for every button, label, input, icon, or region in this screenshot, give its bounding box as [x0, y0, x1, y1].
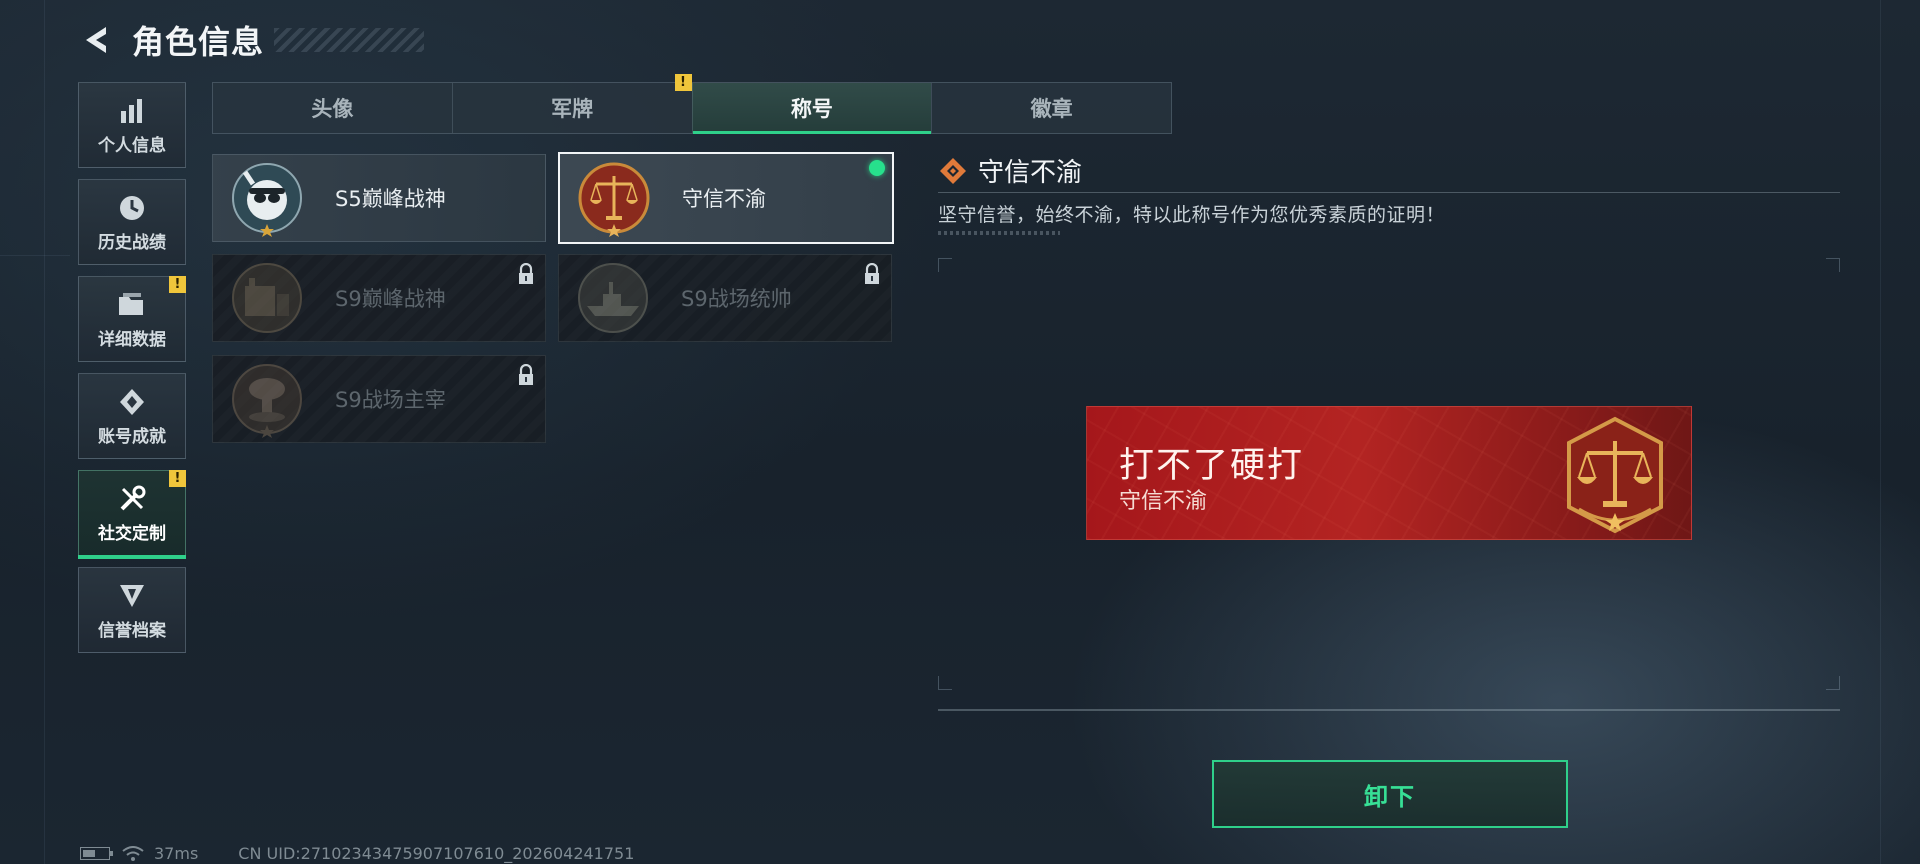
- banner-sub-text: 守信不渝: [1119, 489, 1208, 514]
- deco-line: [0, 255, 70, 256]
- tab-bar: 头像 军牌 ! 称号 徽章: [212, 74, 1172, 134]
- header: 角色信息: [78, 18, 425, 62]
- title-card[interactable]: S5巅峰战神: [212, 154, 546, 242]
- banner-main-text: 打不了硬打: [1119, 446, 1305, 486]
- warning-badge: !: [169, 276, 186, 293]
- unequip-button-label: 卸下: [1364, 782, 1416, 811]
- lock-icon: [519, 263, 533, 284]
- sidebar: 个人信息 历史战绩 ! 详细数据 账号成就 ! 社交定制 信誉档案: [78, 82, 186, 664]
- title-card-label: S5巅峰战神: [335, 187, 446, 211]
- wifi-icon: [122, 845, 144, 861]
- title-card-label: S9战场统帅: [681, 287, 792, 311]
- explosion-icon: [232, 364, 302, 438]
- ping-text: 37ms: [154, 844, 199, 863]
- diver-skull-icon: [232, 163, 302, 237]
- divider: [938, 192, 1840, 193]
- title-card-locked[interactable]: S9巅峰战神: [212, 254, 546, 342]
- sidebar-item-social-custom[interactable]: ! 社交定制: [78, 470, 186, 559]
- title-preview-banner: 打不了硬打 守信不渝: [1086, 406, 1692, 540]
- title-card-label: S9巅峰战神: [335, 287, 446, 311]
- tab-dog-tag[interactable]: 军牌 !: [451, 74, 692, 133]
- warning-badge: !: [169, 470, 186, 487]
- scales-emblem-icon: [1567, 416, 1663, 534]
- sidebar-item-achievements[interactable]: 账号成就: [78, 373, 186, 459]
- sidebar-item-label: 个人信息: [98, 135, 166, 156]
- title-decoration: [274, 28, 425, 52]
- sidebar-item-label: 详细数据: [98, 329, 166, 350]
- detail-description: 坚守信誉，始终不渝，特以此称号作为您优秀素质的证明！: [938, 204, 1446, 226]
- clock-icon: [116, 192, 148, 224]
- battery-icon: [80, 847, 113, 860]
- back-button[interactable]: [78, 22, 114, 58]
- tab-badge[interactable]: 徽章: [931, 83, 1171, 133]
- sidebar-item-history[interactable]: 历史战绩: [78, 179, 186, 265]
- detail-header: 守信不渝: [938, 152, 1082, 189]
- tools-icon: [116, 483, 148, 515]
- title-card-locked[interactable]: S9战场主宰: [212, 355, 546, 443]
- warship-icon: [578, 263, 648, 333]
- sidebar-item-detailed-data[interactable]: ! 详细数据: [78, 276, 186, 362]
- achievement-icon: [116, 386, 148, 418]
- page-title: 角色信息: [132, 23, 265, 61]
- uid-text: CN UID:27102343475907107610_202604241751: [238, 844, 635, 863]
- reputation-icon: [116, 580, 148, 612]
- sidebar-item-label: 社交定制: [98, 523, 166, 544]
- scales-icon: [578, 162, 650, 237]
- divider: [938, 709, 1840, 711]
- deco-line: [1880, 0, 1881, 864]
- title-card-label: S9战场主宰: [335, 388, 446, 412]
- deco-line: [44, 0, 45, 864]
- title-card-locked[interactable]: S9战场统帅: [558, 254, 892, 342]
- back-arrow-icon: [86, 27, 106, 53]
- screen: 角色信息 个人信息 历史战绩 ! 详细数据 账号成就 ! 社交定制 信誉档案 头…: [0, 0, 1920, 864]
- tab-avatar[interactable]: 头像: [213, 83, 452, 133]
- sidebar-item-label: 信誉档案: [98, 620, 166, 641]
- tab-label: 军牌: [551, 97, 594, 121]
- lock-icon: [519, 364, 533, 385]
- tank-icon: [232, 263, 302, 333]
- decoration-dots: [938, 231, 1060, 235]
- lock-icon: [865, 263, 879, 284]
- sidebar-item-reputation[interactable]: 信誉档案: [78, 567, 186, 653]
- bar-chart-icon: [116, 95, 148, 127]
- unequip-button[interactable]: 卸下: [1212, 760, 1568, 828]
- title-card-selected[interactable]: 守信不渝: [558, 152, 894, 244]
- title-card-label: 守信不渝: [682, 187, 766, 211]
- equipped-indicator: [869, 160, 885, 176]
- warning-badge: !: [674, 74, 692, 91]
- folder-icon: [116, 289, 148, 321]
- detail-title-name: 守信不渝: [978, 158, 1083, 188]
- sidebar-item-label: 账号成就: [98, 426, 166, 447]
- tab-title[interactable]: 称号: [691, 83, 932, 134]
- status-bar: 37ms CN UID:27102343475907107610_2026042…: [80, 844, 634, 863]
- diamond-icon: [940, 157, 966, 184]
- sidebar-item-label: 历史战绩: [98, 232, 166, 253]
- sidebar-item-personal-info[interactable]: 个人信息: [78, 82, 186, 168]
